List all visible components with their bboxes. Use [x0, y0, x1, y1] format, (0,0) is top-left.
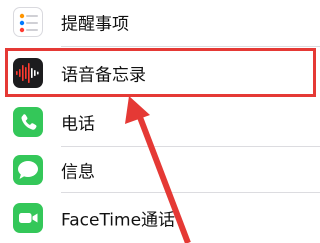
list-item-label: 电话 [61, 114, 95, 135]
list-item-facetime[interactable]: FaceTime通话 [0, 193, 320, 243]
phone-icon [13, 107, 43, 137]
list-item-label: 信息 [61, 162, 95, 183]
facetime-icon [13, 203, 43, 233]
list-item-voice-memos[interactable]: 语音备忘录 [0, 48, 320, 97]
list-item-label: 提醒事项 [61, 14, 129, 35]
voice-memos-icon [13, 57, 43, 88]
list-item-label: FaceTime通话 [61, 210, 176, 231]
reminders-icon [13, 7, 43, 37]
list-item-messages[interactable]: 信息 [0, 147, 320, 193]
list-item-phone[interactable]: 电话 [0, 97, 320, 147]
list-item-reminders[interactable]: 提醒事项 [0, 0, 320, 47]
row-separator [61, 46, 320, 47]
settings-app-list: 提醒事项 语音备忘录 电话 信息 FaceTime通话 [0, 0, 320, 243]
list-item-label: 语音备忘录 [61, 65, 146, 85]
messages-icon [13, 155, 43, 185]
